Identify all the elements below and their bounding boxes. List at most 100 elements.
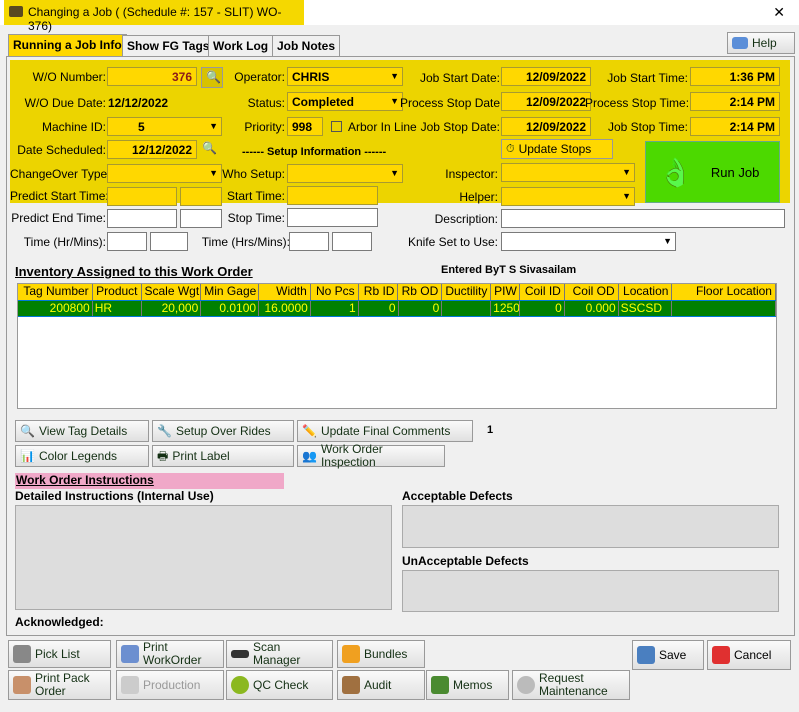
time-min-field[interactable] bbox=[150, 232, 188, 251]
update-final-comments-button[interactable]: ✏️ Update Final Comments bbox=[297, 420, 473, 442]
job-stop-time-label: Job Stop Time: bbox=[607, 120, 688, 134]
column-header[interactable]: Coil OD bbox=[564, 284, 619, 300]
helper-label: Helper: bbox=[459, 190, 498, 204]
color-legends-button[interactable]: 📊 Color Legends bbox=[15, 445, 149, 467]
predict-end-date[interactable] bbox=[107, 209, 177, 228]
table-cell: 0.000 bbox=[564, 301, 619, 316]
detailed-instructions-textarea[interactable] bbox=[15, 505, 392, 610]
table-row[interactable]: 200800 HR 20,000 0.0100 16.0000 1 0 0 1250 0 0.000… bbox=[18, 300, 776, 317]
bundles-button[interactable]: Bundles bbox=[337, 640, 425, 668]
update-stops-button[interactable]: ⏱ Update Stops bbox=[501, 139, 613, 159]
magnifier-icon: 🔍 bbox=[20, 423, 35, 438]
date-scheduled-field[interactable]: 12/12/2022 bbox=[107, 140, 197, 159]
time-hr-field[interactable] bbox=[107, 232, 147, 251]
who-setup-label: Who Setup: bbox=[222, 167, 285, 181]
arbor-checkbox[interactable] bbox=[331, 121, 342, 132]
tab-work-log[interactable]: Work Log bbox=[208, 35, 274, 56]
column-header[interactable]: PIW bbox=[491, 284, 521, 300]
run-job-button[interactable]: 👌 Run Job bbox=[645, 141, 780, 203]
inventory-grid[interactable]: Tag Number Product Scale Wgt Min Gage Width N… bbox=[17, 283, 777, 409]
inspectors-icon: 👥 bbox=[302, 448, 317, 463]
print-label-button[interactable]: 🖶 Print Label bbox=[152, 445, 294, 467]
time-hrs-field[interactable] bbox=[289, 232, 329, 251]
column-header[interactable]: Product bbox=[92, 284, 142, 300]
ok-hand-icon: 👌 bbox=[658, 156, 693, 188]
boxes-icon bbox=[342, 645, 360, 663]
tab-show-fg-tags[interactable]: Show FG Tags bbox=[122, 35, 215, 56]
column-header[interactable]: Min Gage bbox=[201, 284, 260, 300]
column-header[interactable]: Ductility bbox=[442, 284, 492, 300]
stop-time-field[interactable] bbox=[287, 208, 378, 227]
helper-select[interactable] bbox=[501, 187, 635, 206]
table-cell bbox=[672, 301, 776, 316]
date-search-icon[interactable]: 🔍 bbox=[202, 141, 217, 155]
description-label: Description: bbox=[434, 212, 498, 226]
print-workorder-button[interactable]: Print WorkOrder bbox=[116, 640, 224, 668]
time-hr-label: Time (Hr/Mins): bbox=[23, 235, 106, 249]
time-mins-field[interactable] bbox=[332, 232, 372, 251]
column-header[interactable]: Rb OD bbox=[398, 284, 443, 300]
wo-due-value: 12/12/2022 bbox=[108, 96, 169, 110]
who-setup-select[interactable] bbox=[287, 164, 403, 183]
view-tag-details-button[interactable]: 🔍 View Tag Details bbox=[15, 420, 149, 442]
pick-list-button[interactable]: Pick List bbox=[8, 640, 111, 668]
column-header[interactable]: Coil ID bbox=[520, 284, 565, 300]
table-cell: 20,000 bbox=[141, 301, 202, 316]
machine-id-select[interactable]: 5 bbox=[107, 117, 222, 136]
acceptable-defects-label: Acceptable Defects bbox=[402, 489, 513, 503]
priority-field[interactable]: 998 bbox=[287, 117, 323, 136]
close-button[interactable]: ✕ bbox=[773, 4, 785, 21]
unacceptable-defects-label: UnAcceptable Defects bbox=[402, 554, 529, 568]
table-cell: 0.0100 bbox=[201, 301, 260, 316]
wo-number-label: W/O Number: bbox=[32, 70, 106, 84]
help-book-icon bbox=[732, 37, 748, 49]
predict-start-date[interactable] bbox=[107, 187, 177, 206]
print-pack-order-button[interactable]: Print Pack Order bbox=[8, 670, 111, 700]
knife-set-select[interactable] bbox=[501, 232, 676, 251]
tab-job-notes[interactable]: Job Notes bbox=[272, 35, 341, 56]
wo-due-label: W/O Due Date: bbox=[24, 96, 106, 110]
column-header[interactable]: Floor Location bbox=[672, 284, 776, 300]
audit-button[interactable]: Audit bbox=[337, 670, 425, 700]
setup-over-rides-button[interactable]: 🔧 Setup Over Rides bbox=[152, 420, 294, 442]
job-start-time-field[interactable]: 1:36 PM bbox=[690, 67, 780, 86]
operator-select[interactable]: CHRIS bbox=[287, 67, 403, 86]
description-field[interactable] bbox=[501, 209, 785, 228]
thumbs-up-icon bbox=[231, 676, 249, 694]
job-start-time-label: Job Start Time: bbox=[607, 71, 688, 85]
scan-manager-button[interactable]: Scan Manager bbox=[226, 640, 333, 668]
column-header[interactable]: Location bbox=[618, 284, 673, 300]
work-order-inspection-button[interactable]: 👥 Work Order Inspection bbox=[297, 443, 445, 469]
stopwatch-icon: ⏱ bbox=[506, 142, 515, 155]
process-stop-time-field[interactable]: 2:14 PM bbox=[690, 92, 780, 111]
stop-time-label: Stop Time: bbox=[227, 211, 285, 225]
request-maintenance-button[interactable]: Request Maintenance bbox=[512, 670, 630, 700]
table-cell: 16.0000 bbox=[259, 301, 311, 316]
table-cell: 200800 bbox=[18, 301, 93, 316]
wo-number-field[interactable]: 376 bbox=[107, 67, 197, 86]
status-select[interactable]: Completed bbox=[287, 92, 403, 111]
inspector-select[interactable] bbox=[501, 163, 635, 182]
save-button[interactable]: Save bbox=[632, 640, 704, 670]
qc-check-button[interactable]: QC Check bbox=[226, 670, 333, 700]
process-stop-date-field[interactable]: 12/09/2022 bbox=[501, 92, 591, 111]
changeover-select[interactable] bbox=[107, 164, 222, 183]
detective-icon bbox=[342, 676, 360, 694]
column-header[interactable]: Width bbox=[259, 284, 311, 300]
column-header[interactable]: Scale Wgt bbox=[141, 284, 202, 300]
column-header[interactable]: No Pcs bbox=[310, 284, 359, 300]
acceptable-defects-textarea[interactable] bbox=[402, 505, 779, 548]
job-stop-time-field[interactable]: 2:14 PM bbox=[690, 117, 780, 136]
cancel-button[interactable]: Cancel bbox=[707, 640, 791, 670]
job-stop-date-field[interactable]: 12/09/2022 bbox=[501, 117, 591, 136]
machine-id-label: Machine ID: bbox=[41, 120, 106, 134]
unacceptable-defects-textarea[interactable] bbox=[402, 570, 779, 612]
table-cell: 0 bbox=[398, 301, 443, 316]
help-button[interactable]: Help bbox=[727, 32, 795, 54]
column-header[interactable]: Tag Number bbox=[18, 284, 93, 300]
column-header[interactable]: Rb ID bbox=[358, 284, 399, 300]
start-time-field[interactable] bbox=[287, 186, 378, 205]
memos-button[interactable]: Memos bbox=[426, 670, 509, 700]
job-start-date-field[interactable]: 12/09/2022 bbox=[501, 67, 591, 86]
tab-running-job-info[interactable]: Running a Job Info bbox=[8, 34, 127, 57]
